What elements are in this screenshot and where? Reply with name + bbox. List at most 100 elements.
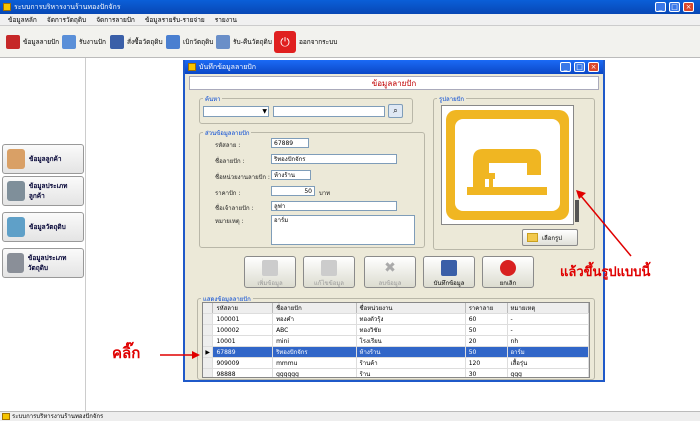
unit-field[interactable]: ห้างร้าน	[271, 170, 311, 180]
cancel-button[interactable]: ยกเลิก	[482, 256, 534, 288]
status-bar: ระบบการบริหารงานร้านทองปักจักร	[0, 411, 700, 421]
edit-button[interactable]: แก้ไขข้อมูล	[303, 256, 355, 288]
table-cell[interactable]: เสื้อรุ่น	[507, 357, 589, 369]
table-row[interactable]: 10001 mini โรงเรียน 20 nh	[203, 335, 589, 347]
search-input[interactable]	[273, 106, 385, 117]
note-textarea[interactable]: อาร์ม	[271, 215, 415, 245]
menu-income-expense[interactable]: ข้อมูลรายรับ-รายจ่าย	[145, 14, 205, 26]
save-button[interactable]: บันทึกข้อมูล	[423, 256, 475, 288]
search-button[interactable]: ⌕	[388, 104, 403, 118]
plus-icon	[262, 260, 278, 276]
close-button[interactable]: ×	[683, 2, 694, 12]
sidebar-item-label: ข้อมูลลูกค้า	[29, 155, 62, 163]
choose-image-label: เลือกรูป	[542, 234, 562, 242]
sidebar-item-materials[interactable]: ข้อมูลวัตถุดิบ	[2, 212, 84, 242]
menu-main-data[interactable]: ข้อมูลหลัก	[8, 14, 37, 26]
table-cell[interactable]: ริทองปักจักร	[272, 346, 357, 358]
sidebar-item-customers[interactable]: ข้อมูลลูกค้า	[2, 144, 84, 174]
table-cell[interactable]: 60	[465, 313, 508, 325]
main-title-bar: ระบบการบริหารงานร้านทองปักจักร _ □ ×	[0, 0, 700, 14]
row-header[interactable]	[203, 335, 214, 347]
table-cell[interactable]: โรงเรียน	[356, 335, 466, 347]
row-header[interactable]	[203, 324, 214, 336]
table-row[interactable]: 100002 ABC ทองวิชัย 50-	[203, 324, 589, 336]
edit-button-label: แก้ไขข้อมูล	[314, 280, 344, 287]
code-field[interactable]: 67889	[271, 138, 309, 148]
table-cell[interactable]: -	[507, 313, 589, 325]
toolbar-order-material[interactable]: สั่งซื้อวัตถุดิบ	[110, 30, 163, 54]
menu-reports[interactable]: รายงาน	[215, 14, 237, 26]
table-cell[interactable]: 98888	[212, 368, 274, 377]
delete-button[interactable]: ✖ ลบข้อมูล	[364, 256, 416, 288]
table-row[interactable]: 100001 ทองคำ ทองตัวรุ้ง 60-	[203, 313, 589, 325]
menu-materials[interactable]: จัดการวัตถุดิบ	[47, 14, 86, 26]
dialog-minimize-button[interactable]: _	[560, 62, 571, 72]
table-cell[interactable]: ทองคำ	[272, 313, 357, 325]
menu-patterns[interactable]: จัดการลายปัก	[96, 14, 135, 26]
owner-field[interactable]: ลูฟา	[271, 201, 397, 211]
table-cell[interactable]: mmmu	[272, 357, 357, 369]
name-field[interactable]: ริทองปักจักร	[271, 154, 397, 164]
table-cell[interactable]: ร้าน	[356, 368, 466, 377]
click-arrow	[160, 351, 200, 359]
table-cell[interactable]: nh	[507, 335, 589, 347]
pattern-grid[interactable]: รหัสลาย ชื่อลายปัก ชื่อหน่วยงาน ราคาลาย …	[202, 302, 590, 378]
table-cell[interactable]: 50	[465, 346, 508, 358]
table-cell[interactable]: ทองตัวรุ้ง	[356, 313, 466, 325]
toolbar-logout[interactable]: ⏻ ออกจากระบบ	[274, 30, 337, 54]
column-header[interactable]: หมายเหตุ	[507, 303, 589, 314]
add-button[interactable]: เพิ่มข้อมูล	[244, 256, 296, 288]
table-cell[interactable]: 120	[465, 357, 508, 369]
table-cell[interactable]: ห้างร้าน	[356, 346, 466, 358]
minimize-button[interactable]: _	[655, 2, 666, 12]
table-cell[interactable]: ทองวิชัย	[356, 324, 466, 336]
choose-image-button[interactable]: เลือกรูป	[522, 229, 578, 246]
column-header[interactable]: รหัสลาย	[212, 303, 274, 314]
table-cell[interactable]: 100002	[212, 324, 274, 336]
check-icon	[216, 35, 230, 49]
row-header[interactable]: ▶	[203, 346, 214, 358]
dialog-title-bar: บันทึกข้อมูลลายปัก _ □ ×	[185, 60, 603, 74]
row-header[interactable]	[203, 368, 214, 377]
table-cell[interactable]: ggg	[507, 368, 589, 377]
table-cell[interactable]: 20	[465, 335, 508, 347]
table-row[interactable]: 909009 mmmu ร้านค้า 120 เสื้อรุ่น	[203, 357, 589, 369]
row-header-corner	[203, 303, 214, 314]
table-cell[interactable]: ร้านค้า	[356, 357, 466, 369]
table-row[interactable]: ▶ 67889 ริทองปักจักร ห้างร้าน 50 อาร์ม	[203, 346, 589, 358]
table-cell[interactable]: ABC	[272, 324, 357, 336]
table-cell[interactable]: mini	[272, 335, 357, 347]
toolbar-withdraw-material[interactable]: เบิกวัตถุดิบ	[166, 30, 213, 54]
row-header[interactable]	[203, 357, 214, 369]
power-icon: ⏻	[274, 31, 296, 53]
table-cell[interactable]: 50	[465, 324, 508, 336]
toolbar-pattern-data[interactable]: ข้อมูลลายปัก	[6, 30, 59, 54]
dialog-close-button[interactable]: ×	[588, 62, 599, 72]
cabinet-icon	[7, 181, 25, 201]
column-header[interactable]: ชื่อลายปัก	[272, 303, 357, 314]
column-header[interactable]: ราคาลาย	[465, 303, 508, 314]
table-cell[interactable]: 909009	[212, 357, 274, 369]
table-cell[interactable]: 67889	[212, 346, 274, 358]
sidebar-item-material-types[interactable]: ข้อมูลประเภทวัตถุดิบ	[2, 248, 84, 278]
maximize-button[interactable]: □	[669, 2, 680, 12]
toolbar-return-material[interactable]: รับ-คืนวัตถุดิบ	[216, 30, 272, 54]
dialog-maximize-button[interactable]: □	[574, 62, 585, 72]
row-header[interactable]	[203, 313, 214, 325]
table-cell[interactable]: -	[507, 324, 589, 336]
table-cell[interactable]: gggggg	[272, 368, 357, 377]
column-header[interactable]: ชื่อหน่วยงาน	[356, 303, 466, 314]
toolbar-label: ข้อมูลลายปัก	[23, 38, 60, 46]
toolbar-label: รับงานปัก	[79, 38, 106, 46]
table-cell[interactable]: อาร์ม	[507, 346, 589, 358]
toolbar: ข้อมูลลายปัก รับงานปัก สั่งซื้อวัตถุดิบ …	[0, 26, 700, 58]
dialog-app-icon	[188, 63, 196, 71]
search-field-select[interactable]: ▼	[203, 106, 269, 117]
table-cell[interactable]: 100001	[212, 313, 274, 325]
table-cell[interactable]: 30	[465, 368, 508, 377]
price-field[interactable]: 50	[271, 186, 315, 196]
toolbar-receive-job[interactable]: รับงานปัก	[62, 30, 106, 54]
sidebar-item-customer-types[interactable]: ข้อมูลประเภทลูกค้า	[2, 176, 84, 206]
table-row[interactable]: 98888 gggggg ร้าน 30 ggg	[203, 368, 589, 377]
table-cell[interactable]: 10001	[212, 335, 274, 347]
